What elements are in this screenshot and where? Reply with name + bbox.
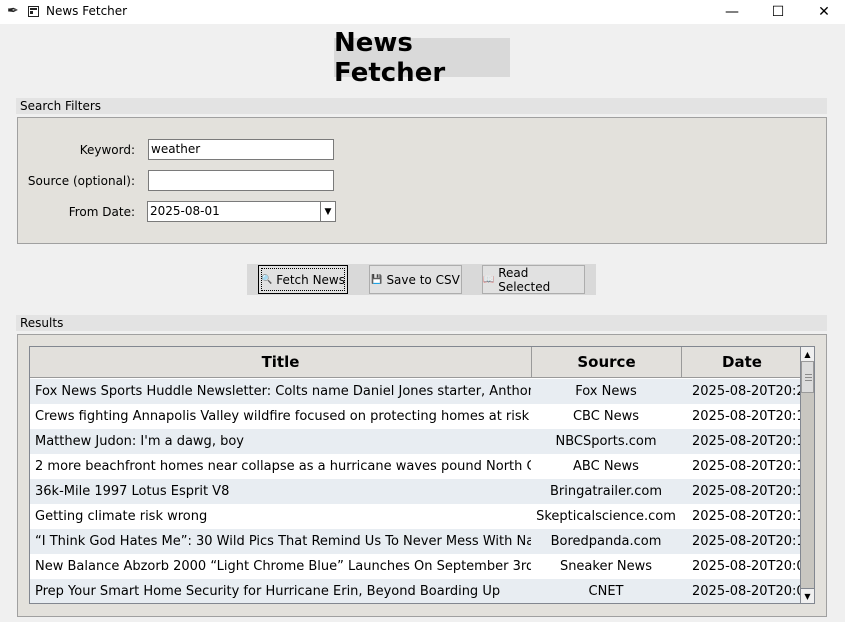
table-row[interactable]: New Balance Abzorb 2000 “Light Chrome Bl… bbox=[30, 554, 800, 579]
feather-icon: ✒ bbox=[7, 3, 19, 19]
book-icon: 📖 bbox=[483, 274, 495, 285]
cell-title: Prep Your Smart Home Security for Hurric… bbox=[35, 584, 501, 599]
cell-date: 2025-08-20T20:00: bbox=[692, 584, 800, 599]
source-input[interactable] bbox=[148, 170, 334, 191]
cell-title: 36k-Mile 1997 Lotus Esprit V8 bbox=[35, 484, 230, 499]
search-filters-label: Search Filters bbox=[20, 99, 102, 113]
keyword-input[interactable]: weather bbox=[148, 139, 334, 160]
from-date-value: 2025-08-01 bbox=[150, 204, 220, 218]
read-selected-button[interactable]: 📖 Read Selected bbox=[482, 265, 585, 294]
scrollbar-thumb[interactable] bbox=[801, 361, 814, 393]
minimize-button[interactable]: — bbox=[709, 0, 755, 24]
page-heading: News Fetcher bbox=[334, 28, 510, 88]
cell-source: CBC News bbox=[572, 409, 640, 424]
scroll-up-arrow-icon[interactable]: ▲ bbox=[801, 347, 814, 362]
cell-title: 2 more beachfront homes near collapse as… bbox=[35, 459, 531, 474]
grip-line bbox=[805, 374, 812, 375]
table-row[interactable]: Getting climate risk wrong Skepticalscie… bbox=[30, 504, 800, 529]
grip-line bbox=[805, 380, 812, 381]
search-filters-frame bbox=[17, 117, 827, 244]
window-title: News Fetcher bbox=[46, 4, 128, 18]
cell-date: 2025-08-20T20:19: bbox=[692, 409, 800, 424]
table-row[interactable]: Prep Your Smart Home Security for Hurric… bbox=[30, 579, 800, 603]
scrollbar-trough[interactable] bbox=[801, 393, 814, 589]
source-label: Source (optional): bbox=[27, 174, 135, 188]
results-table[interactable]: Title Source Date Fox News Sports Huddle… bbox=[29, 346, 801, 604]
from-date-label: From Date: bbox=[68, 205, 135, 219]
grip-line bbox=[805, 377, 812, 378]
save-csv-button[interactable]: 💾 Save to CSV bbox=[369, 265, 462, 294]
results-label: Results bbox=[20, 316, 64, 330]
cell-title: Getting climate risk wrong bbox=[35, 509, 208, 524]
results-label-strip bbox=[16, 315, 827, 331]
cell-title: New Balance Abzorb 2000 “Light Chrome Bl… bbox=[35, 559, 531, 574]
keyword-label: Keyword: bbox=[79, 143, 135, 157]
cell-source: ABC News bbox=[573, 459, 639, 474]
cell-date: 2025-08-20T20:10: bbox=[692, 509, 800, 524]
save-csv-label: Save to CSV bbox=[386, 272, 460, 287]
cell-date: 2025-08-20T20:00: bbox=[692, 559, 800, 574]
table-row[interactable]: Fox News Sports Huddle Newsletter: Colts… bbox=[30, 379, 800, 404]
search-filters-label-strip bbox=[16, 98, 827, 114]
from-date-combobox[interactable]: 2025-08-01 ▼ bbox=[147, 201, 336, 222]
cell-date: 2025-08-20T20:10: bbox=[692, 534, 800, 549]
read-selected-label: Read Selected bbox=[498, 265, 551, 294]
cell-source: Bringatrailer.com bbox=[549, 484, 662, 499]
cell-title: “I Think God Hates Me”: 30 Wild Pics Tha… bbox=[35, 534, 531, 549]
cell-source: Fox News bbox=[575, 384, 637, 399]
table-row[interactable]: Matthew Judon: I'm a dawg, boy NBCSports… bbox=[30, 429, 800, 454]
cell-source: Boredpanda.com bbox=[550, 534, 662, 549]
scroll-down-arrow-icon[interactable]: ▼ bbox=[801, 588, 814, 603]
cell-date: 2025-08-20T20:11: bbox=[692, 484, 800, 499]
table-row[interactable]: Crews fighting Annapolis Valley wildfire… bbox=[30, 404, 800, 429]
search-icon: 🔍 bbox=[261, 274, 273, 285]
app-window-icon bbox=[28, 6, 39, 17]
column-header-date[interactable]: Date bbox=[682, 347, 800, 378]
results-scrollbar[interactable]: ▲ ▼ bbox=[800, 346, 815, 604]
cell-date: 2025-08-20T20:18: bbox=[692, 434, 800, 449]
cell-source: Skepticalscience.com bbox=[536, 509, 676, 524]
maximize-button[interactable]: ☐ bbox=[755, 0, 801, 24]
fetch-news-label: Fetch News bbox=[276, 272, 345, 287]
chevron-down-icon[interactable]: ▼ bbox=[320, 202, 335, 221]
cell-date: 2025-08-20T20:14: bbox=[692, 459, 800, 474]
cell-source: NBCSports.com bbox=[555, 434, 657, 449]
cell-source: CNET bbox=[588, 584, 624, 599]
table-row[interactable]: 36k-Mile 1997 Lotus Esprit V8 Bringatrai… bbox=[30, 479, 800, 504]
column-header-source[interactable]: Source bbox=[532, 347, 682, 378]
floppy-disk-icon: 💾 bbox=[371, 274, 383, 285]
cell-date: 2025-08-20T20:20: bbox=[692, 384, 800, 399]
fetch-news-button[interactable]: 🔍 Fetch News bbox=[258, 265, 348, 294]
cell-source: Sneaker News bbox=[559, 559, 653, 574]
cell-title: Matthew Judon: I'm a dawg, boy bbox=[35, 434, 244, 449]
table-row[interactable]: 2 more beachfront homes near collapse as… bbox=[30, 454, 800, 479]
cell-title: Crews fighting Annapolis Valley wildfire… bbox=[35, 409, 530, 424]
cell-title: Fox News Sports Huddle Newsletter: Colts… bbox=[35, 384, 531, 399]
close-button[interactable]: ✕ bbox=[801, 0, 845, 24]
table-row[interactable]: “I Think God Hates Me”: 30 Wild Pics Tha… bbox=[30, 529, 800, 554]
column-header-title[interactable]: Title bbox=[30, 347, 532, 378]
